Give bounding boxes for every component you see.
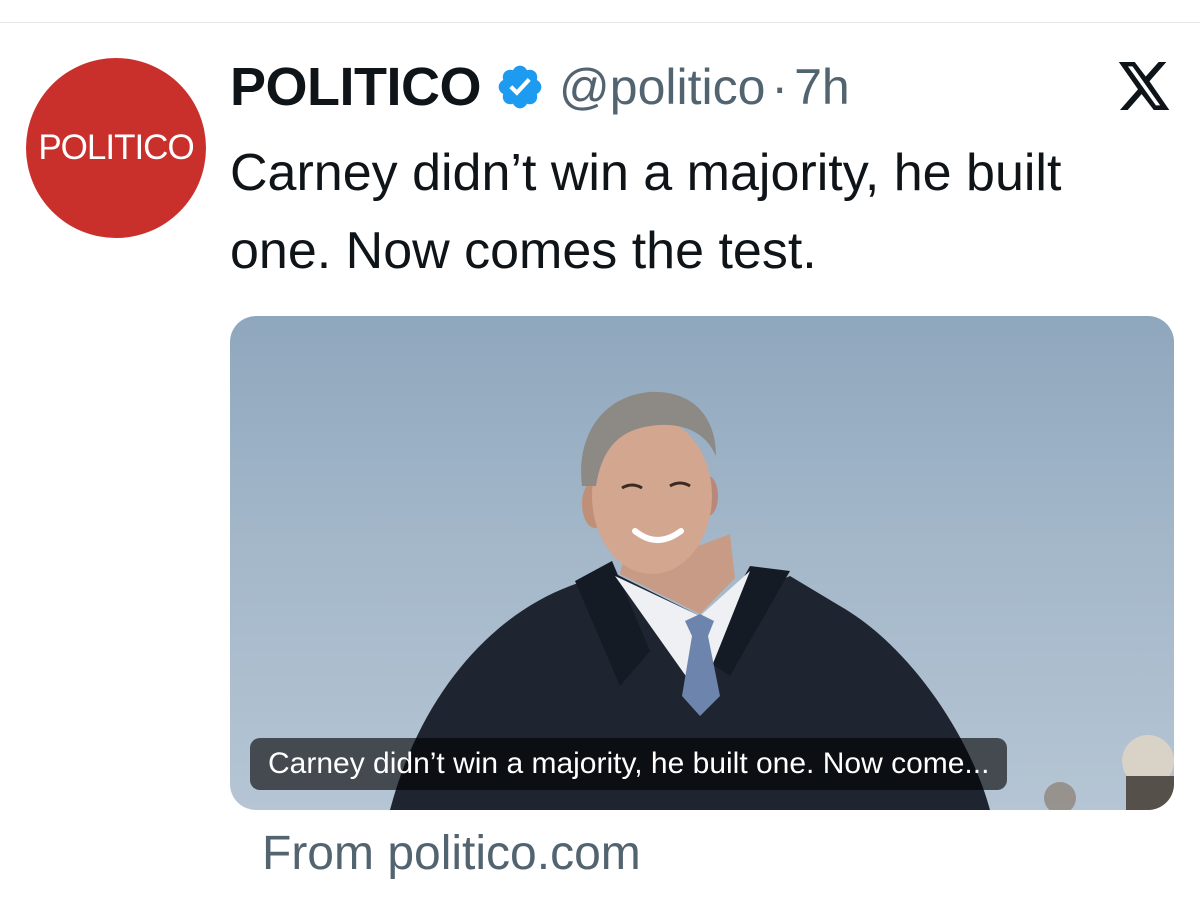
x-logo-icon [1118,62,1170,110]
display-name[interactable]: POLITICO [230,56,482,118]
card-caption: Carney didn’t win a majority, he built o… [250,738,1008,790]
verified-badge-icon[interactable] [495,62,545,112]
tweet[interactable]: POLITICO POLITICO @politico · 7h Carney … [0,0,1200,918]
handle[interactable]: @politico [559,58,765,116]
tweet-text: Carney didn’t win a majority, he built o… [230,144,1062,280]
tweet-header: POLITICO @politico · 7h [230,52,850,122]
link-card[interactable]: Carney didn’t win a majority, he built o… [230,316,1174,810]
avatar[interactable]: POLITICO [26,58,206,238]
timestamp[interactable]: 7h [794,58,850,116]
card-source-link[interactable]: From politico.com [262,826,641,881]
card-photo [390,391,1174,810]
avatar-logo-text: POLITICO [38,128,194,167]
separator-dot: · [771,59,789,115]
